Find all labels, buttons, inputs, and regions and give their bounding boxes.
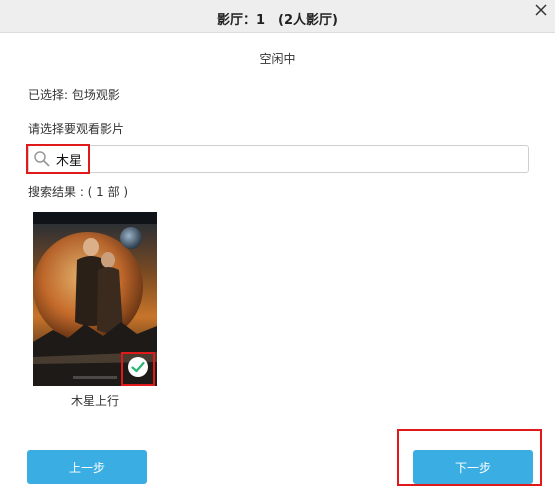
- prev-step-button[interactable]: 上一步: [27, 450, 147, 484]
- movie-card[interactable]: 木星上行: [33, 212, 157, 412]
- search-icon: [34, 151, 50, 167]
- search-results-count: 搜索结果 : ( 1 部 ): [28, 185, 129, 199]
- select-movie-prompt: 请选择要观看影片: [28, 122, 125, 136]
- next-step-button[interactable]: 下一步: [413, 450, 533, 484]
- movie-title: 木星上行: [70, 394, 119, 408]
- close-icon[interactable]: [533, 2, 549, 18]
- selected-mode: 已选择: 包场观影: [28, 88, 120, 102]
- search-input[interactable]: [56, 148, 516, 170]
- dialog-title: 影厅：1 (2人影厅): [217, 13, 338, 28]
- dialog-titlebar: 影厅：1 (2人影厅): [0, 0, 555, 33]
- hall-status: 空闲中: [259, 52, 296, 66]
- check-icon[interactable]: [127, 356, 149, 378]
